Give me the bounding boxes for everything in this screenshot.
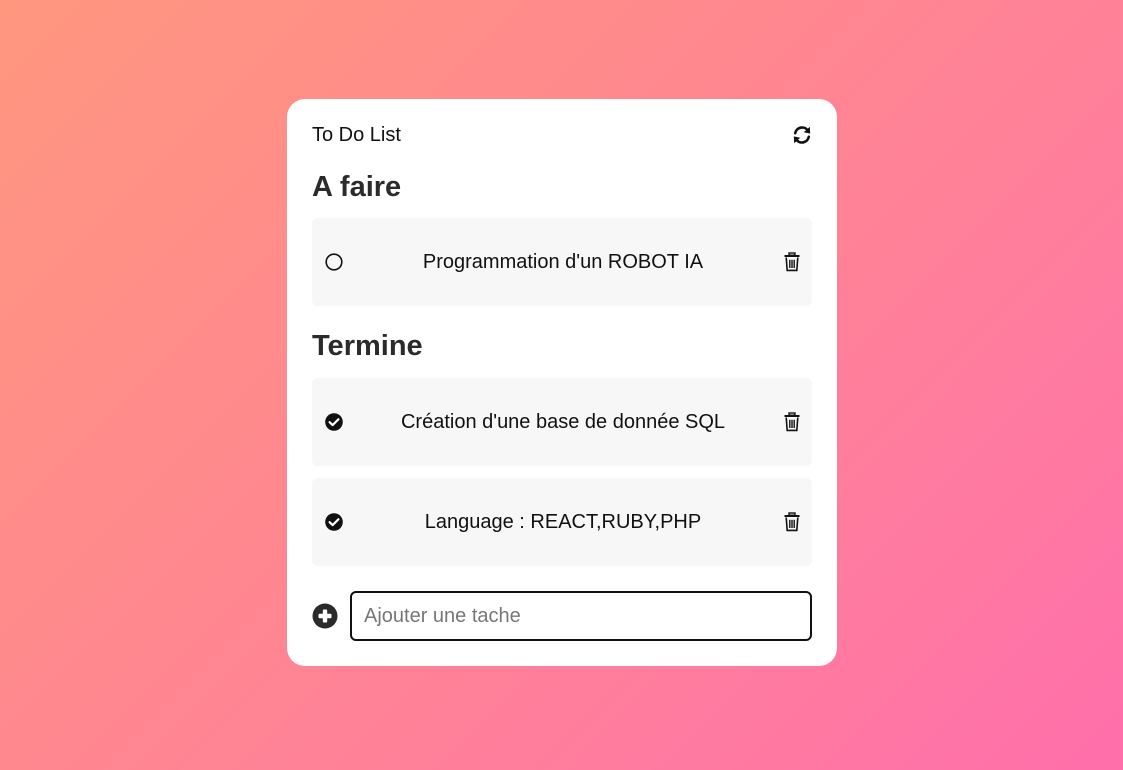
check-circle-icon[interactable] — [324, 412, 344, 432]
trash-icon[interactable] — [782, 412, 802, 432]
add-task-row — [312, 591, 812, 641]
add-task-input[interactable] — [350, 591, 812, 641]
card-header: To Do List — [312, 123, 812, 147]
trash-icon[interactable] — [782, 252, 802, 272]
task-item: Programmation d'un ROBOT IA — [312, 218, 812, 306]
task-label: Language : REACT,RUBY,PHP — [424, 510, 702, 533]
todo-card: To Do List A faire Programmation d'un RO… — [287, 99, 837, 666]
check-circle-icon[interactable] — [324, 512, 344, 532]
section-title-todo: A faire — [312, 171, 402, 203]
section-title-done: Termine — [312, 330, 423, 362]
plus-circle-icon[interactable] — [312, 603, 338, 629]
task-item: Language : REACT,RUBY,PHP — [312, 478, 812, 566]
task-item: Création d'une base de donnée SQL — [312, 378, 812, 466]
refresh-icon[interactable] — [792, 125, 812, 145]
task-label: Création d'une base de donnée SQL — [400, 410, 726, 433]
task-label: Programmation d'un ROBOT IA — [422, 250, 704, 273]
circle-icon[interactable] — [324, 252, 344, 272]
app-title: To Do List — [312, 123, 401, 146]
trash-icon[interactable] — [782, 512, 802, 532]
